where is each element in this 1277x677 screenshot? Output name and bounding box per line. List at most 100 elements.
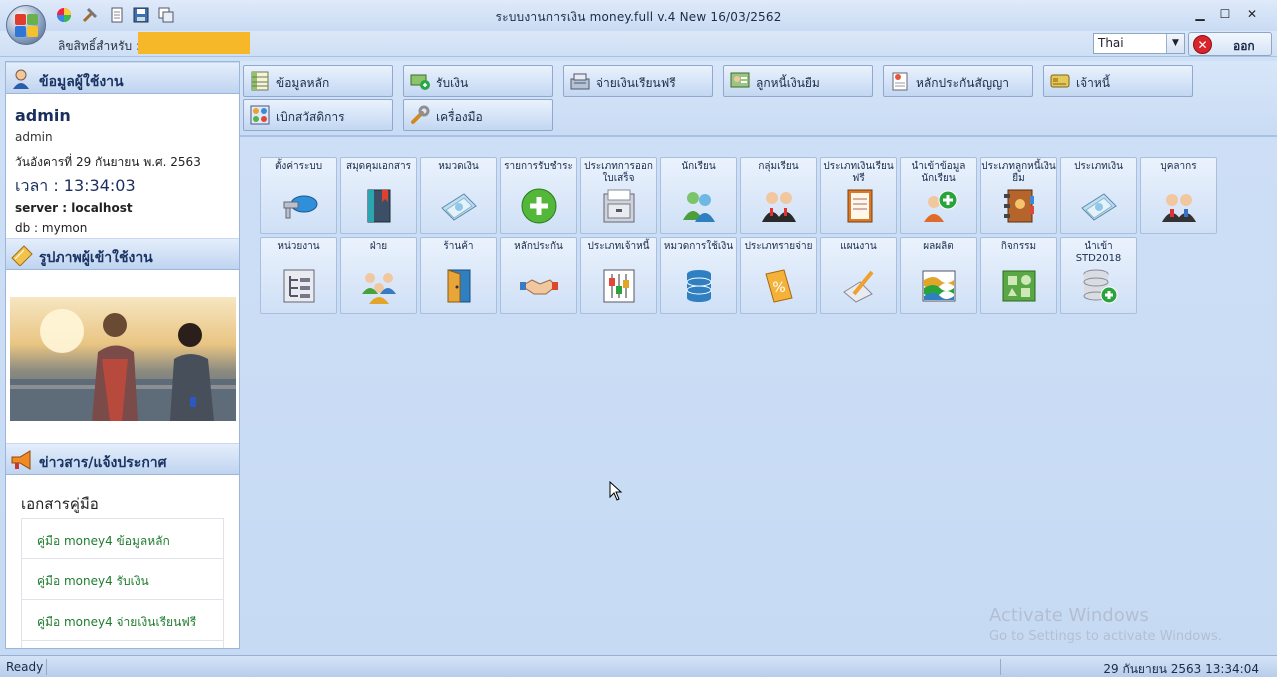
cash-register-icon xyxy=(570,71,590,91)
tile-spending-categories[interactable]: หมวดการใช้เงิน xyxy=(660,237,737,314)
tile-label: หน่วยงาน xyxy=(277,241,320,252)
user-role: admin xyxy=(15,130,53,144)
tile-document-register[interactable]: สมุดคุมเอกสาร xyxy=(340,157,417,234)
tile-import-std2018[interactable]: นำเข้า STD2018 xyxy=(1060,237,1137,314)
doc-link[interactable]: คู่มือ money4 จ่ายเงินเรียนฟรี xyxy=(21,600,224,641)
department-icon xyxy=(360,268,398,304)
license-label: ลิขสิทธิ์สำหรับ : xyxy=(58,39,141,53)
tile-money-types[interactable]: ประเภทเงิน xyxy=(1060,157,1137,234)
key-icon xyxy=(280,188,318,224)
tile-label: ฝ่าย xyxy=(369,241,388,252)
group-icon xyxy=(760,188,798,224)
tile-study-groups[interactable]: กลุ่มเรียน xyxy=(740,157,817,234)
user-name: admin xyxy=(15,106,71,125)
menu-contract-guarantee[interactable]: หลักประกันสัญญา xyxy=(883,65,1033,97)
window-title: ระบบงานการเงิน money.full v.4 New 16/03/… xyxy=(495,10,782,24)
database-add-icon xyxy=(1080,268,1118,304)
welfare-icon xyxy=(250,105,270,125)
contract-icon xyxy=(890,71,910,91)
tile-free-tuition-types[interactable]: ประเภทเงินเรียนฟรี xyxy=(820,157,897,234)
activation-watermark-title: Activate Windows xyxy=(989,605,1149,626)
tile-stores[interactable]: ร้านค้า xyxy=(420,237,497,314)
license-value xyxy=(138,32,250,54)
current-date: วันอังคารที่ 29 กันยายน พ.ศ. 2563 xyxy=(15,155,201,169)
tile-creditor-types[interactable]: ประเภทเจ้าหนี้ xyxy=(580,237,657,314)
doc-link[interactable]: คู่มือ money4 รับเงิน xyxy=(21,559,224,600)
doc-link-label[interactable]: คู่มือ money4 รับเงิน xyxy=(37,572,149,591)
tile-departments[interactable]: ฝ่าย xyxy=(340,237,417,314)
tile-label: ผลผลิต xyxy=(923,241,954,252)
tile-students[interactable]: นักเรียน xyxy=(660,157,737,234)
tile-label: สมุดคุมเอกสาร xyxy=(345,161,412,172)
tile-label: แผนงาน xyxy=(840,241,877,252)
doc-link-label[interactable]: คู่มือ money4 จ่ายเงินเรียนฟรี xyxy=(37,613,196,632)
tile-import-students[interactable]: นำเข้าข้อมูลนักเรียน xyxy=(900,157,977,234)
tile-label: หมวดการใช้เงิน xyxy=(663,241,734,252)
svg-text:%: % xyxy=(772,280,785,296)
money-icon xyxy=(440,188,478,224)
menu-receive-money[interactable]: รับเงิน xyxy=(403,65,553,97)
status-separator xyxy=(46,659,47,675)
tile-expense-types[interactable]: ประเภทรายจ่าย % xyxy=(740,237,817,314)
equalizer-icon xyxy=(600,268,638,304)
percent-icon: % xyxy=(760,268,798,304)
status-bar: Ready 29 กันยายน 2563 13:34:04 xyxy=(0,655,1277,677)
close-circle-icon: ✕ xyxy=(1193,35,1212,54)
user-icon xyxy=(10,68,34,90)
doc-link[interactable]: คู่มือ money4 ข้อมูลหลัก xyxy=(21,518,224,559)
status-text: Ready xyxy=(6,660,44,674)
app-menu-button[interactable] xyxy=(6,5,46,45)
tile-label: นำเข้าข้อมูลนักเรียน xyxy=(911,161,966,184)
tile-debtor-types[interactable]: ประเภทลูกหนี้เงินยืม xyxy=(980,157,1057,234)
tile-label: บุคลากร xyxy=(1160,161,1197,172)
user-photo-title: รูปภาพผู้เข้าใช้งาน xyxy=(39,250,153,266)
tile-receipt-types[interactable]: ประเภทการออกใบเสร็จ xyxy=(580,157,657,234)
doc-link-label[interactable]: คู่มือ money4 ข้อมูลหลัก xyxy=(37,532,170,551)
table-icon xyxy=(250,71,270,91)
pencil-icon xyxy=(840,268,878,304)
tile-units[interactable]: หน่วยงาน xyxy=(260,237,337,314)
minimize-button[interactable]: ▁ xyxy=(1191,6,1209,22)
wrench-icon xyxy=(410,105,430,125)
close-button[interactable]: ✕ xyxy=(1243,6,1261,22)
chevron-down-icon[interactable]: ▼ xyxy=(1166,34,1184,53)
menu-creditors[interactable]: เจ้าหนี้ xyxy=(1043,65,1193,97)
exit-button[interactable]: ✕ ออก xyxy=(1188,32,1272,56)
logo-icon xyxy=(15,14,26,25)
news-header[interactable]: ข่าวสาร/แจ้งประกาศ xyxy=(6,443,239,475)
user-info-header[interactable]: ข้อมูลผู้ใช้งาน xyxy=(6,62,239,94)
menu-label: เจ้าหนี้ xyxy=(1076,76,1110,90)
tile-label: ประเภทรายจ่าย xyxy=(744,241,813,252)
menu-main-data[interactable]: ข้อมูลหลัก xyxy=(243,65,393,97)
tile-label: กิจกรรม xyxy=(1000,241,1037,252)
tile-label: ประเภทเงินเรียนฟรี xyxy=(823,161,894,184)
tile-label: หลักประกัน xyxy=(514,241,563,252)
tile-money-category[interactable]: หมวดเงิน xyxy=(420,157,497,234)
license-bar: ลิขสิทธิ์สำหรับ : Thai ▼ ✕ ออก xyxy=(0,31,1277,57)
tile-plans[interactable]: แผนงาน xyxy=(820,237,897,314)
tile-activities[interactable]: กิจกรรม xyxy=(980,237,1057,314)
shapes-icon xyxy=(1000,268,1038,304)
credit-card-icon xyxy=(1050,71,1070,91)
tile-system-settings[interactable]: ตั้งค่าระบบ xyxy=(260,157,337,234)
menu-free-tuition[interactable]: จ่ายเงินเรียนฟรี xyxy=(563,65,713,97)
wave-chart-icon xyxy=(920,268,958,304)
user-photo xyxy=(10,297,236,421)
tile-personnel[interactable]: บุคลากร xyxy=(1140,157,1217,234)
maximize-button[interactable]: ☐ xyxy=(1216,6,1234,22)
doc-link[interactable] xyxy=(21,641,224,648)
handshake-icon xyxy=(520,268,558,304)
language-select[interactable]: Thai ▼ xyxy=(1093,33,1185,54)
menu-tools[interactable]: เครื่องมือ xyxy=(403,99,553,131)
cabinet-icon xyxy=(600,188,638,224)
tile-guarantees[interactable]: หลักประกัน xyxy=(500,237,577,314)
user-photo-header[interactable]: รูปภาพผู้เข้าใช้งาน xyxy=(6,238,239,270)
menu-label: จ่ายเงินเรียนฟรี xyxy=(596,76,676,90)
tile-label: ประเภทเงิน xyxy=(1074,161,1123,172)
menu-debtors[interactable]: ลูกหนี้เงินยืม xyxy=(723,65,873,97)
tile-payment-items[interactable]: รายการรับชำระ xyxy=(500,157,577,234)
language-selected: Thai xyxy=(1098,36,1124,50)
tile-label: ประเภทลูกหนี้เงินยืม xyxy=(981,161,1056,184)
menu-welfare[interactable]: เบิกสวัสดิการ xyxy=(243,99,393,131)
tile-outputs[interactable]: ผลผลิต xyxy=(900,237,977,314)
